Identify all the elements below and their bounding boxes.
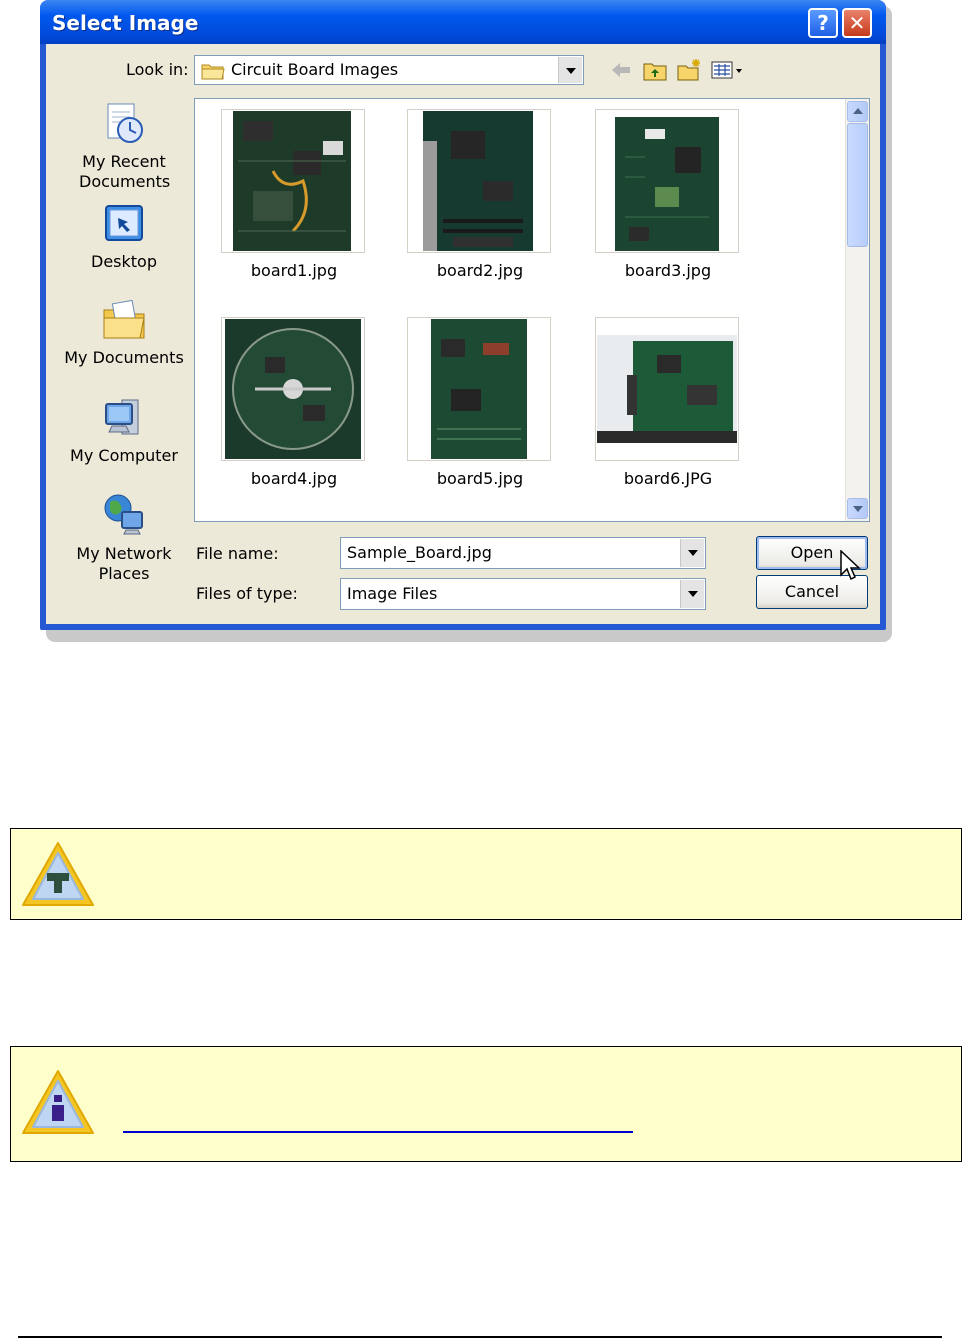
files-of-type-dropdown-arrow[interactable] [680,580,704,608]
title-bar[interactable]: Select Image ? ✕ [40,0,886,44]
files-of-type-select[interactable]: Image Files [340,578,706,610]
my-documents-icon [103,299,145,339]
board1-thumbnail [233,111,351,251]
file-name-label: board2.jpg [436,261,524,280]
place-my-network-places[interactable]: My Network Places [54,492,194,584]
file-name-label: board1.jpg [250,261,338,280]
new-folder-icon[interactable] [676,58,702,82]
folder-icon [201,64,225,80]
files-of-type-value: Image Files [347,584,438,603]
place-label: Desktop [91,252,157,271]
place-my-recent-documents[interactable]: My Recent Documents [54,100,194,192]
close-button[interactable]: ✕ [842,8,872,38]
file-name-label: board6.JPG [623,469,713,488]
file-name-label-text: File name: [196,544,279,563]
mouse-cursor-icon [840,550,861,581]
files-of-type-label: Files of type: [196,584,298,603]
place-label: My Network Places [76,544,172,583]
select-image-dialog: Select Image ? ✕ Look in: Circuit Board … [40,0,886,630]
back-arrow-icon[interactable] [608,58,634,82]
board5-thumbnail [431,319,527,459]
vertical-scrollbar[interactable] [845,99,869,521]
dialog-client-area: Look in: Circuit Board Images My Recent … [46,44,880,624]
board6-thumbnail [597,335,737,443]
my-computer-icon [105,399,139,435]
place-label: My Computer [70,446,178,465]
look-in-label: Look in: [126,60,189,79]
info-warning-icon [22,1070,94,1134]
file-list-view[interactable]: board1.jpg board2.jpg board3.jpg board4.… [194,98,870,522]
look-in-dropdown-arrow[interactable] [558,57,582,83]
place-my-documents[interactable]: My Documents [54,296,194,368]
up-folder-icon[interactable] [642,58,668,82]
file-name-label: board5.jpg [436,469,524,488]
scroll-down-button[interactable] [847,498,868,519]
look-in-value: Circuit Board Images [231,60,399,79]
scroll-up-button[interactable] [847,101,868,122]
page-footer-rule [18,1336,942,1338]
tip-note-box [10,828,962,920]
file-name-label: board4.jpg [250,469,338,488]
place-my-computer[interactable]: My Computer [54,394,194,466]
place-desktop[interactable]: Desktop [54,200,194,272]
tip-warning-icon [22,842,94,906]
board4-thumbnail [225,319,361,459]
place-label: My Recent Documents [79,152,171,191]
file-name-dropdown-arrow[interactable] [680,539,704,567]
file-name-label: board3.jpg [624,261,712,280]
network-places-icon [104,494,143,535]
file-name-value: Sample_Board.jpg [347,543,492,562]
view-menu-icon[interactable] [710,58,748,82]
scroll-thumb[interactable] [847,123,868,247]
help-button[interactable]: ? [808,8,838,38]
board3-thumbnail [615,117,719,251]
dialog-title: Select Image [52,11,199,35]
hyperlink-underline[interactable] [123,1131,633,1133]
board2-thumbnail [423,111,533,251]
info-note-box [10,1046,962,1162]
desktop-icon [105,205,143,241]
recent-documents-icon [107,103,143,143]
look-in-combo[interactable]: Circuit Board Images [194,55,584,85]
file-name-input[interactable]: Sample_Board.jpg [340,537,706,569]
place-label: My Documents [64,348,184,367]
